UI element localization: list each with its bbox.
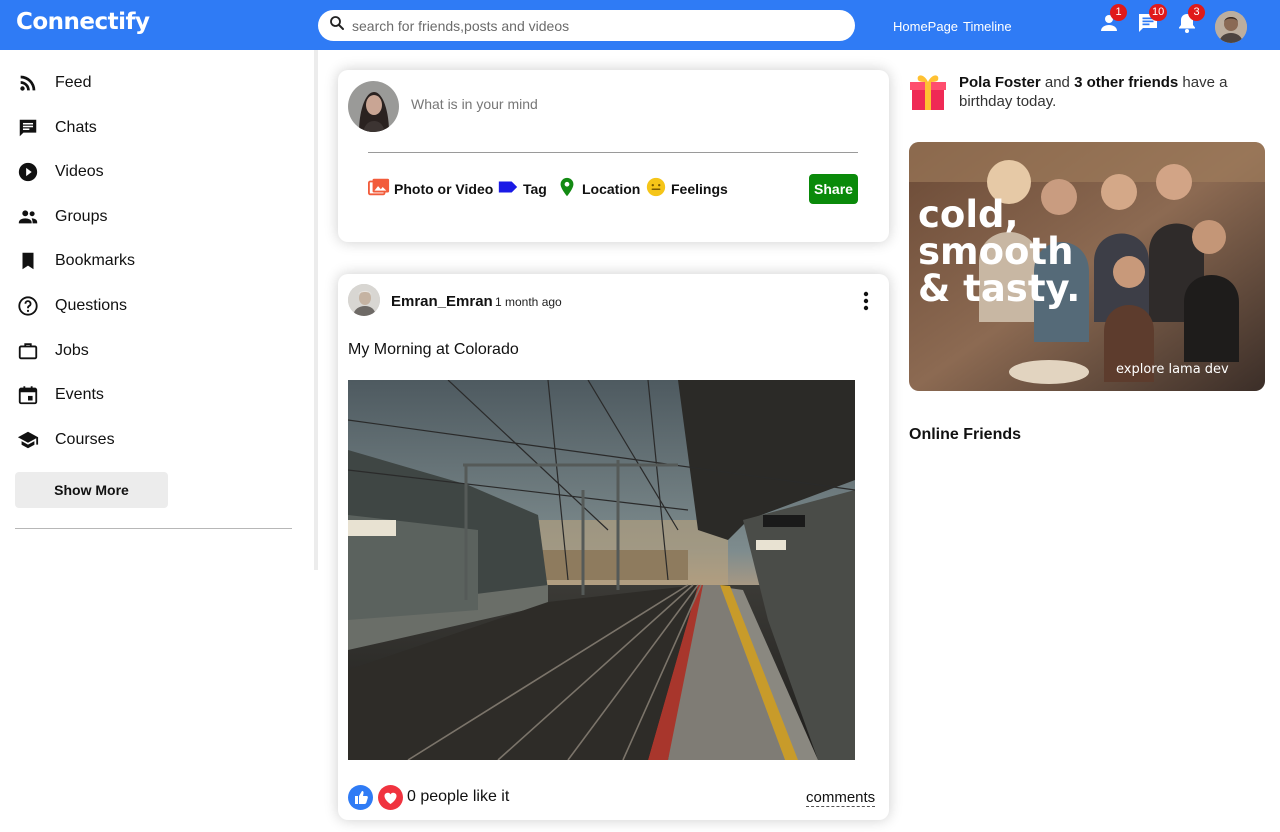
nav-link-timeline[interactable]: Timeline [963, 19, 1012, 34]
ad-headline-line-3: & tasty. [918, 267, 1080, 310]
sidebar-item-label: Feed [55, 74, 92, 91]
post-image[interactable] [348, 380, 855, 760]
sidebar-item-label: Questions [55, 297, 128, 314]
feelings-option[interactable]: Feelings [645, 177, 728, 201]
ad-tagline: explore lama dev [1116, 362, 1229, 377]
share-input[interactable] [411, 96, 851, 112]
share-button[interactable]: Share [809, 174, 858, 204]
post-timestamp: 1 month ago [495, 295, 562, 309]
sidebar-item-label: Courses [55, 431, 115, 448]
sidebar-item-events[interactable]: Events [16, 380, 104, 410]
sidebar-item-videos[interactable]: Videos [16, 157, 104, 187]
sidebar-item-courses[interactable]: Courses [16, 425, 115, 455]
help-circle-icon [16, 294, 40, 318]
messages-button[interactable]: 10 [1136, 4, 1168, 39]
bell-icon [1175, 14, 1199, 39]
notifications-button[interactable]: 3 [1175, 4, 1205, 39]
comments-link[interactable]: comments [806, 789, 876, 807]
photo-video-option[interactable]: Photo or Video [368, 177, 493, 201]
location-label: Location [582, 181, 641, 197]
group-icon [16, 205, 40, 229]
chat-icon [16, 116, 40, 140]
location-pin-icon [556, 176, 578, 203]
sidebar-item-label: Videos [55, 163, 104, 180]
post-card: Emran_Emran 1 month ago My Morning at Co… [338, 274, 889, 820]
ad-banner[interactable]: cold, smooth & tasty. explore lama dev [909, 142, 1265, 391]
friend-requests-badge: 1 [1110, 4, 1127, 21]
share-card: Photo or Video Tag Location Feelings Sha… [338, 70, 889, 242]
messages-badge: 10 [1149, 4, 1168, 21]
online-friends-title: Online Friends [909, 426, 1022, 443]
birthday-name[interactable]: Pola Foster [959, 74, 1041, 91]
photo-icon [368, 176, 390, 203]
sidebar-item-jobs[interactable]: Jobs [16, 336, 89, 366]
tag-label: Tag [523, 181, 547, 197]
nav-link-homepage[interactable]: HomePage [893, 19, 958, 34]
logo[interactable]: Connectify [16, 9, 150, 35]
sidebar-item-questions[interactable]: Questions [16, 291, 127, 321]
feelings-label: Feelings [671, 181, 728, 197]
top-bar: Connectify HomePage Timeline 1 10 3 [0, 0, 1280, 50]
post-author-avatar[interactable] [348, 284, 380, 316]
sidebar-item-label: Bookmarks [55, 252, 136, 269]
like-count: 0 people like it [407, 788, 510, 805]
search-icon [328, 14, 346, 37]
play-circle-icon [16, 160, 40, 184]
person-icon [1097, 15, 1121, 39]
chat-icon [1136, 14, 1160, 39]
briefcase-icon [16, 339, 40, 363]
sidebar-item-bookmarks[interactable]: Bookmarks [16, 246, 135, 276]
rss-feed-icon [16, 71, 40, 95]
show-more-button[interactable]: Show More [15, 472, 168, 508]
sidebar-item-label: Jobs [55, 342, 89, 359]
school-icon [16, 428, 40, 452]
search-input[interactable] [352, 17, 832, 34]
birthday-notice: Pola Foster and 3 other friends have a b… [959, 73, 1259, 111]
birthday-connector: and [1040, 74, 1075, 91]
gift-icon [909, 70, 947, 112]
calendar-icon [16, 383, 40, 407]
more-options-icon[interactable] [856, 289, 876, 313]
label-icon [497, 176, 519, 203]
post-caption: My Morning at Colorado [348, 341, 519, 358]
sidebar-item-label: Groups [55, 208, 108, 225]
birthday-others[interactable]: 3 other friends [1074, 74, 1178, 91]
bookmark-icon [16, 249, 40, 273]
notifications-badge: 3 [1188, 4, 1205, 21]
post-username[interactable]: Emran_Emran [391, 293, 493, 310]
sidebar-item-label: Events [55, 386, 104, 403]
like-icon[interactable] [348, 785, 373, 810]
sidebar-item-label: Chats [55, 119, 97, 136]
sidebar-divider [15, 528, 292, 529]
photo-video-label: Photo or Video [394, 181, 494, 197]
share-avatar[interactable] [348, 81, 399, 132]
smiley-icon [645, 176, 667, 203]
sidebar-item-feed[interactable]: Feed [16, 68, 91, 98]
sidebar: Feed Chats Videos Groups Bookmarks Quest… [0, 50, 318, 570]
heart-icon[interactable] [378, 785, 403, 810]
search-bar[interactable] [318, 10, 855, 41]
sidebar-item-chats[interactable]: Chats [16, 113, 97, 143]
sidebar-item-groups[interactable]: Groups [16, 202, 107, 232]
profile-avatar[interactable] [1215, 11, 1247, 43]
share-divider [368, 152, 858, 153]
friend-requests-button[interactable]: 1 [1097, 4, 1127, 39]
location-option[interactable]: Location [556, 177, 640, 201]
tag-option[interactable]: Tag [497, 177, 547, 201]
